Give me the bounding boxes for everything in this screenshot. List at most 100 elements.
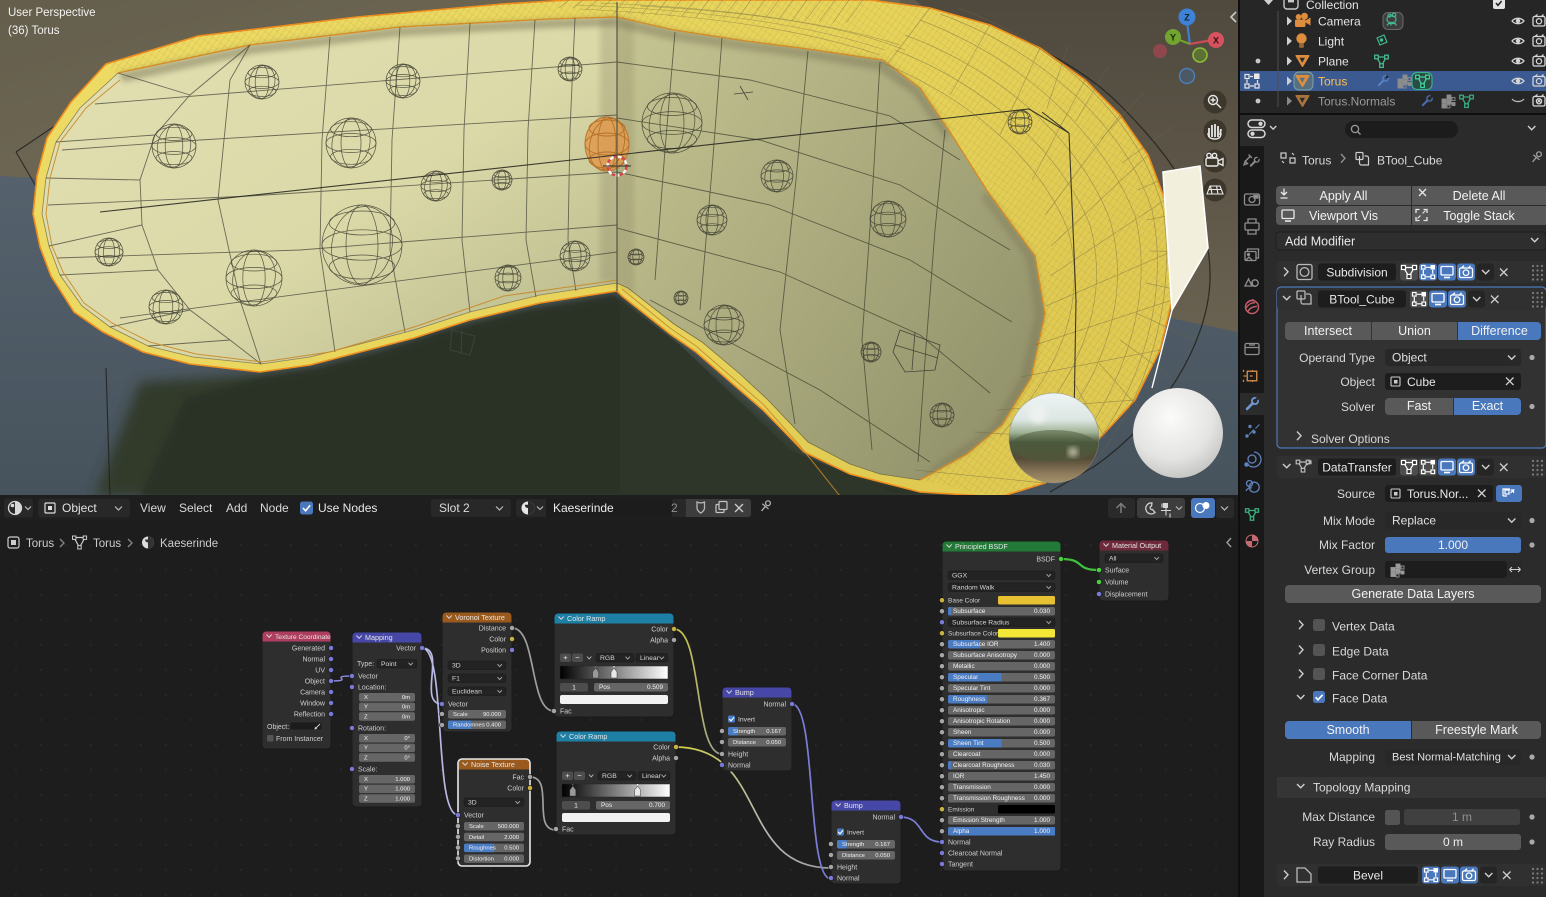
svg-text:Delete All: Delete All <box>1453 189 1506 203</box>
svg-text:Random Walk: Random Walk <box>952 584 995 591</box>
svg-text:0.000: 0.000 <box>1034 652 1050 659</box>
svg-text:0.367: 0.367 <box>1034 696 1050 703</box>
svg-text:Operand Type: Operand Type <box>1299 351 1375 365</box>
svg-text:0.000: 0.000 <box>1034 685 1050 692</box>
svg-text:0.000: 0.000 <box>1034 729 1050 736</box>
svg-text:Ray Radius: Ray Radius <box>1313 835 1375 849</box>
svg-text:Select: Select <box>179 501 213 515</box>
svg-text:1 m: 1 m <box>1452 810 1472 824</box>
svg-text:Z: Z <box>1184 13 1190 23</box>
svg-text:Add: Add <box>226 501 247 515</box>
svg-text:Material Output: Material Output <box>1112 541 1161 550</box>
svg-text:RGB: RGB <box>600 655 615 662</box>
svg-text:Z: Z <box>364 755 368 761</box>
svg-text:Metallic: Metallic <box>953 663 975 670</box>
svg-text:1: 1 <box>572 685 576 692</box>
svg-text:Y: Y <box>364 705 368 711</box>
svg-text:Reflection: Reflection <box>294 712 325 719</box>
svg-text:From Instancer: From Instancer <box>276 736 324 743</box>
svg-text:0.000: 0.000 <box>1034 718 1050 725</box>
svg-text:Z: Z <box>364 714 368 720</box>
svg-text:Smooth: Smooth <box>1326 723 1369 737</box>
svg-text:Bevel: Bevel <box>1353 869 1383 883</box>
svg-text:RGB: RGB <box>602 773 617 780</box>
svg-text:Invert: Invert <box>847 830 864 837</box>
svg-text:Face Corner Data: Face Corner Data <box>1332 669 1428 683</box>
svg-text:X: X <box>1213 36 1219 46</box>
svg-text:F1: F1 <box>452 675 460 682</box>
svg-text:Light: Light <box>1318 35 1345 49</box>
svg-text:3D: 3D <box>452 662 461 669</box>
svg-text:Sheen: Sheen <box>953 729 972 736</box>
svg-text:Emission: Emission <box>948 807 975 814</box>
svg-text:0 m: 0 m <box>1443 835 1463 849</box>
svg-text:Clearcoat Roughness: Clearcoat Roughness <box>953 762 1014 769</box>
svg-text:0.030: 0.030 <box>1034 608 1050 615</box>
svg-text:Y: Y <box>364 787 368 793</box>
svg-text:Mapping: Mapping <box>365 633 393 642</box>
svg-text:Emission Strength: Emission Strength <box>953 817 1005 824</box>
svg-text:+: + <box>563 653 568 662</box>
svg-text:Collection: Collection <box>1306 0 1359 12</box>
svg-text:(36) Torus: (36) Torus <box>8 25 60 37</box>
svg-text:X: X <box>364 695 368 701</box>
svg-text:Mix Factor: Mix Factor <box>1319 538 1375 552</box>
svg-text:0.000: 0.000 <box>1034 707 1050 714</box>
svg-text:Kaeserinde: Kaeserinde <box>160 538 218 550</box>
svg-text:0m: 0m <box>402 714 410 720</box>
svg-text:Euclidean: Euclidean <box>452 688 482 695</box>
svg-text:0.700: 0.700 <box>649 802 665 809</box>
svg-text:Position: Position <box>481 648 506 655</box>
svg-text:Kaeserinde: Kaeserinde <box>553 501 614 515</box>
svg-text:Height: Height <box>728 752 748 759</box>
svg-text:Topology Mapping: Topology Mapping <box>1313 781 1410 795</box>
svg-text:Color: Color <box>507 786 524 793</box>
svg-text:Scale: Scale <box>469 824 484 830</box>
svg-text:Rotation:: Rotation: <box>358 726 386 733</box>
svg-text:Vector: Vector <box>358 674 379 681</box>
svg-text:500.000: 500.000 <box>498 824 520 830</box>
svg-text:Object:: Object: <box>267 724 289 731</box>
svg-text:Sheen Tint: Sheen Tint <box>953 740 984 747</box>
svg-text:Use Nodes: Use Nodes <box>318 501 377 515</box>
svg-text:Subsurface Color: Subsurface Color <box>948 631 999 638</box>
svg-text:Noise Texture: Noise Texture <box>471 760 515 769</box>
svg-text:Base Color: Base Color <box>948 598 981 605</box>
svg-text:UV: UV <box>315 668 325 675</box>
svg-text:Mix Mode: Mix Mode <box>1323 514 1375 528</box>
svg-text:BTool_Cube: BTool_Cube <box>1377 154 1443 168</box>
svg-text:Solver Options: Solver Options <box>1311 432 1390 446</box>
svg-text:Volume: Volume <box>1105 580 1128 587</box>
svg-text:1.000: 1.000 <box>395 777 410 783</box>
svg-text:Edge Data: Edge Data <box>1332 645 1389 659</box>
svg-text:0.400: 0.400 <box>486 723 501 729</box>
svg-text:0.000: 0.000 <box>1034 663 1050 670</box>
svg-text:Normal: Normal <box>763 702 786 709</box>
svg-text:+: + <box>565 771 570 780</box>
svg-text:Replace: Replace <box>1392 514 1436 528</box>
svg-text:Torus: Torus <box>26 538 54 550</box>
svg-text:Torus: Torus <box>93 538 121 550</box>
svg-text:Color: Color <box>651 627 668 634</box>
svg-text:Distance: Distance <box>479 626 506 633</box>
svg-text:Specular: Specular <box>953 674 979 681</box>
svg-text:Freestyle Mark: Freestyle Mark <box>1435 723 1518 737</box>
svg-text:1.000: 1.000 <box>1438 538 1468 552</box>
svg-text:Point: Point <box>381 661 397 668</box>
svg-text:−: − <box>577 771 582 780</box>
svg-text:Object: Object <box>1392 351 1427 365</box>
svg-text:Source: Source <box>1337 487 1375 501</box>
svg-text:Cube: Cube <box>1407 375 1436 389</box>
svg-text:BSDF: BSDF <box>1036 557 1055 564</box>
svg-text:Generate Data Layers: Generate Data Layers <box>1352 587 1475 601</box>
svg-text:0.000: 0.000 <box>1034 795 1050 802</box>
svg-text:0°: 0° <box>404 746 410 752</box>
svg-text:Vertex Group: Vertex Group <box>1304 563 1375 577</box>
svg-text:Clearcoat: Clearcoat <box>953 751 981 758</box>
svg-text:Exact: Exact <box>1472 399 1504 413</box>
svg-text:Scale:: Scale: <box>358 767 378 774</box>
svg-text:Object: Object <box>305 679 325 686</box>
svg-text:Alpha: Alpha <box>652 756 670 763</box>
svg-text:0.167: 0.167 <box>766 729 781 735</box>
svg-text:0m: 0m <box>402 705 410 711</box>
